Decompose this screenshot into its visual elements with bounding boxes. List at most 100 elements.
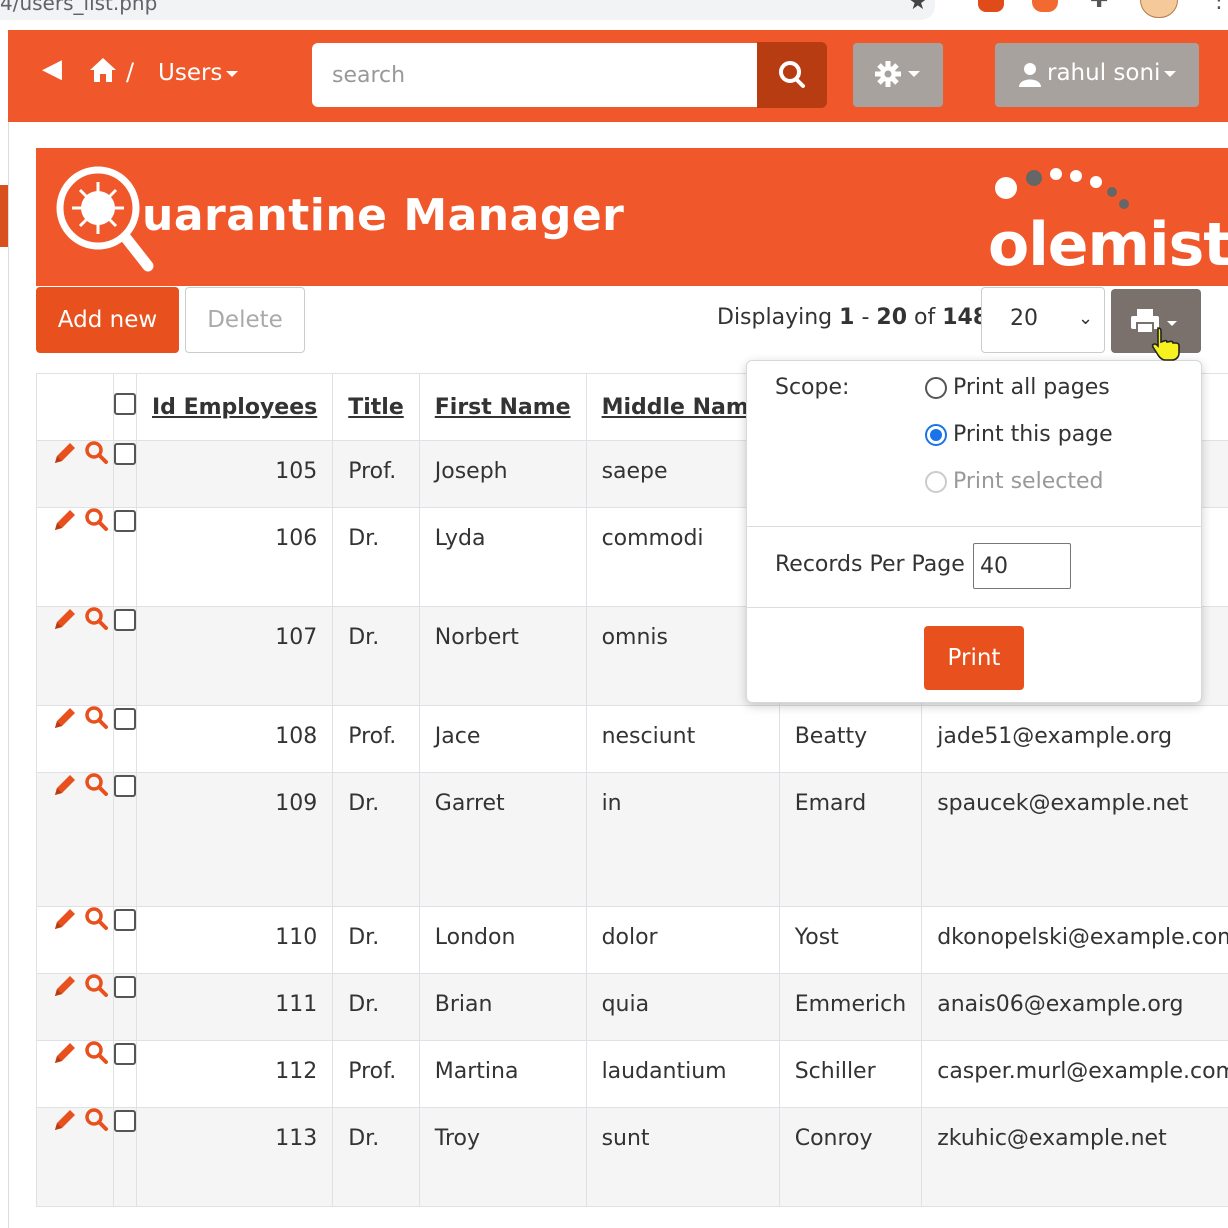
table-cell: Martina	[418, 1040, 587, 1108]
row-checkbox-cell	[113, 1040, 137, 1108]
pagination-summary: Displaying 1 - 20 of 148	[717, 305, 989, 330]
column-header[interactable]: Id Employees	[135, 373, 334, 441]
row-actions	[36, 1040, 114, 1108]
home-icon[interactable]	[88, 56, 118, 88]
chevron-down-icon: ⌄	[1078, 308, 1094, 329]
app-banner: uarantine Manager olemist	[36, 148, 1228, 286]
print-all-pages-radio[interactable]	[925, 377, 947, 399]
table-cell: anais06@example.org	[921, 973, 1228, 1041]
url-text: 4/users_list.php	[0, 0, 158, 15]
table-cell: Prof.	[332, 440, 420, 508]
table-cell: 113	[135, 1107, 334, 1207]
row-actions	[36, 973, 114, 1041]
menu-kebab-icon[interactable]: ⋮	[1208, 0, 1228, 13]
records-per-page-input[interactable]	[973, 543, 1071, 589]
table-cell: Emmerich	[778, 973, 923, 1041]
delete-button[interactable]: Delete	[185, 287, 305, 353]
view-magnifier-icon[interactable]	[85, 1108, 108, 1131]
search-icon	[779, 61, 805, 88]
edit-pencil-icon[interactable]	[55, 510, 75, 530]
address-bar[interactable]: 4/users_list.php	[0, 0, 935, 20]
select-all-checkbox[interactable]	[114, 393, 136, 415]
row-checkbox[interactable]	[114, 1110, 136, 1132]
table-cell: sunt	[585, 1107, 780, 1207]
view-magnifier-icon[interactable]	[85, 773, 108, 796]
print-this-page-label[interactable]: Print this page	[953, 422, 1113, 447]
table-cell: jade51@example.org	[921, 705, 1228, 773]
view-magnifier-icon[interactable]	[85, 907, 108, 930]
back-icon[interactable]: ◀	[42, 54, 62, 84]
table-row: 113 Dr. Troy sunt Conroy zkuhic@example.net	[36, 1107, 1228, 1207]
edit-pencil-icon[interactable]	[55, 909, 75, 929]
settings-button[interactable]	[853, 43, 943, 107]
edit-pencil-icon[interactable]	[55, 708, 75, 728]
table-cell: 110	[135, 906, 334, 974]
bookmark-star-icon[interactable]: ★	[908, 0, 928, 15]
extension-icon[interactable]	[978, 0, 1004, 12]
view-magnifier-icon[interactable]	[85, 974, 108, 997]
edit-pencil-icon[interactable]	[55, 1110, 75, 1130]
edit-pencil-icon[interactable]	[55, 976, 75, 996]
row-checkbox[interactable]	[114, 909, 136, 931]
row-checkbox[interactable]	[114, 443, 136, 465]
table-cell: dkonopelski@example.com	[921, 906, 1228, 974]
table-cell: Yost	[778, 906, 923, 974]
table-cell: casper.murl@example.com	[921, 1040, 1228, 1108]
view-magnifier-icon[interactable]	[85, 607, 108, 630]
table-cell: 111	[135, 973, 334, 1041]
print-all-pages-label[interactable]: Print all pages	[953, 375, 1110, 400]
sidebar-edge	[0, 30, 9, 1228]
row-actions	[36, 440, 114, 508]
select-all-checkbox-cell	[113, 373, 137, 441]
row-checkbox-cell	[113, 772, 137, 907]
divider	[747, 607, 1201, 608]
view-magnifier-icon[interactable]	[85, 706, 108, 729]
user-menu-button[interactable]: rahul soni	[995, 43, 1199, 107]
per-page-value: 20	[1010, 306, 1038, 331]
view-magnifier-icon[interactable]	[85, 441, 108, 464]
row-checkbox-cell	[113, 906, 137, 974]
row-actions	[36, 705, 114, 773]
edit-pencil-icon[interactable]	[55, 775, 75, 795]
edit-pencil-icon[interactable]	[55, 443, 75, 463]
puzzle-extensions-icon[interactable]: ✚	[1090, 0, 1116, 13]
row-checkbox[interactable]	[114, 775, 136, 797]
row-checkbox[interactable]	[114, 1043, 136, 1065]
records-per-page-label: Records Per Page	[775, 552, 965, 577]
search-input[interactable]	[312, 43, 758, 107]
column-header[interactable]: Title	[332, 373, 420, 441]
table-cell: Dr.	[332, 507, 420, 607]
user-name: rahul soni	[1047, 60, 1177, 86]
table-cell: London	[418, 906, 587, 974]
add-new-button[interactable]: Add new	[36, 287, 179, 353]
print-this-page-radio[interactable]	[925, 424, 947, 446]
breadcrumb-separator: /	[126, 58, 135, 86]
table-cell: 108	[135, 705, 334, 773]
table-cell: Prof.	[332, 1040, 420, 1108]
users-menu[interactable]: Users	[158, 60, 239, 86]
row-actions	[36, 1107, 114, 1207]
table-cell: Dr.	[332, 1107, 420, 1207]
profile-avatar[interactable]	[1140, 0, 1178, 18]
row-checkbox[interactable]	[114, 708, 136, 730]
extension-icon[interactable]	[1032, 0, 1058, 12]
table-cell: Prof.	[332, 705, 420, 773]
column-header[interactable]: First Name	[418, 373, 587, 441]
edit-pencil-icon[interactable]	[55, 609, 75, 629]
table-cell: spaucek@example.net	[921, 772, 1228, 907]
top-navbar: ◀ / Users rahul soni	[8, 30, 1228, 122]
view-magnifier-icon[interactable]	[85, 508, 108, 531]
edit-pencil-icon[interactable]	[55, 1043, 75, 1063]
row-checkbox[interactable]	[114, 510, 136, 532]
table-cell: Dr.	[332, 973, 420, 1041]
row-checkbox[interactable]	[114, 609, 136, 631]
records-per-page-select[interactable]: 20 ⌄	[981, 287, 1105, 353]
row-checkbox[interactable]	[114, 976, 136, 998]
view-magnifier-icon[interactable]	[85, 1041, 108, 1064]
table-cell: 107	[135, 606, 334, 706]
search-button[interactable]	[757, 42, 827, 108]
print-button[interactable]: Print	[924, 626, 1024, 690]
browser-toolbar: 4/users_list.php ★ ✚ ⋮	[0, 0, 1228, 30]
table-cell: Conroy	[778, 1107, 923, 1207]
table-row: 109 Dr. Garret in Emard spaucek@example.net	[36, 772, 1228, 907]
